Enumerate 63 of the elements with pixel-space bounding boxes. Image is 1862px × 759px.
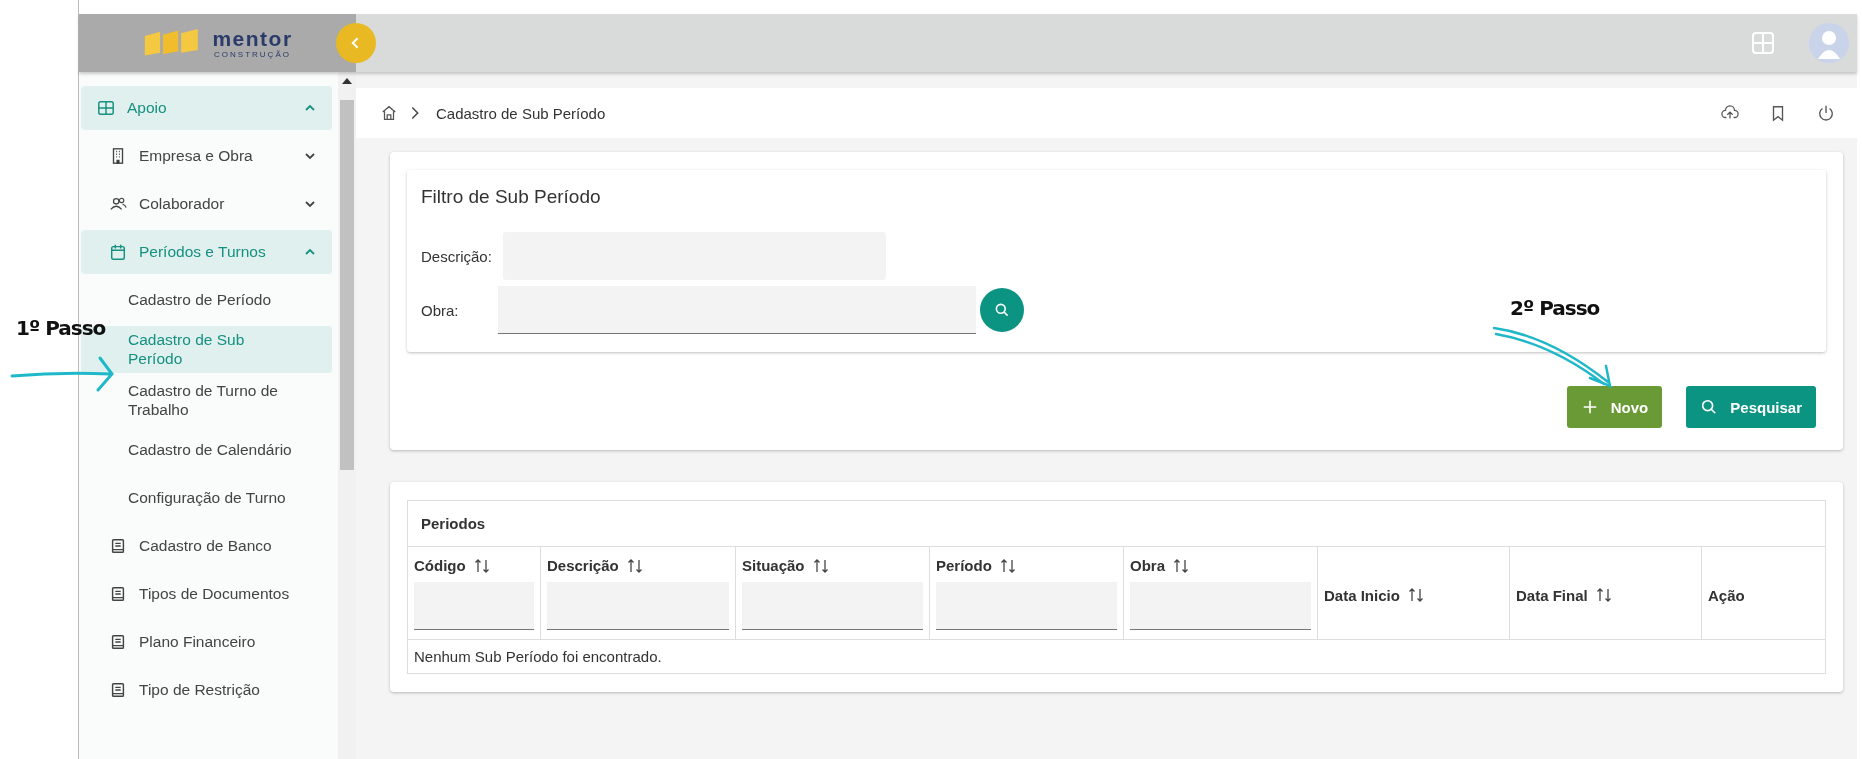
column-header[interactable]: Período	[936, 557, 992, 574]
document-icon	[109, 584, 127, 603]
search-icon	[994, 302, 1010, 318]
sidebar-item[interactable]: Empresa e Obra	[81, 134, 332, 178]
empty-message: Nenhum Sub Período foi encontrado.	[413, 647, 663, 667]
input-field[interactable]	[498, 286, 976, 334]
sidebar-item[interactable]: Cadastro de Calendário	[81, 427, 332, 472]
sidebar-item-label: Cadastro de Banco	[139, 536, 273, 555]
field-label: Descrição:	[421, 247, 493, 265]
document-icon	[109, 632, 127, 651]
sidebar-item[interactable]: Tipo de Restrição	[81, 667, 332, 712]
sidebar-item-label: Colaborador	[139, 195, 226, 213]
column-header[interactable]: Situação	[742, 557, 805, 574]
column-header[interactable]: Data Inicio	[1324, 586, 1400, 604]
sidebar-item[interactable]: Plano Financeiro	[81, 619, 332, 664]
search-button[interactable]: Pesquisar	[1686, 386, 1816, 428]
column-header[interactable]: Obra	[1130, 557, 1165, 574]
sort-icon[interactable]	[1595, 587, 1612, 603]
sort-icon[interactable]	[1173, 557, 1189, 574]
sidebar-item[interactable]: Cadastro de Banco	[81, 523, 332, 568]
column-header[interactable]: Código	[414, 557, 466, 574]
sidebar-item[interactable]: Tipos de Documentos	[81, 571, 332, 616]
filter-title: Filtro de Sub Período	[421, 186, 602, 208]
sidebar-item-label: Tipos de Documentos	[139, 584, 291, 603]
sidebar-item[interactable]: Cadastro de Turno de Trabalho	[81, 376, 332, 424]
document-icon	[109, 680, 127, 699]
sidebar-item[interactable]: Colaborador	[81, 182, 332, 226]
sidebar-item[interactable]: Configuração de Turno	[81, 475, 332, 520]
search-button[interactable]	[980, 288, 1024, 332]
sort-icon[interactable]	[1407, 587, 1424, 603]
calendar-icon	[109, 243, 127, 261]
scroll-up-icon[interactable]	[342, 78, 352, 84]
column-header[interactable]: Ação	[1708, 586, 1745, 604]
sort-icon[interactable]	[626, 557, 643, 574]
sort-icon[interactable]	[999, 557, 1016, 574]
chevron-icon	[304, 198, 316, 210]
sort-icon[interactable]	[473, 557, 490, 574]
chevron-icon	[304, 150, 316, 162]
column-filter-field[interactable]	[1130, 582, 1311, 630]
sidebar-item-label: Períodos e Turnos	[139, 243, 267, 261]
field-label: Obra:	[421, 301, 460, 319]
people-icon	[109, 195, 127, 213]
column-header[interactable]: Data Final	[1516, 586, 1588, 604]
sidebar-item-label: Tipo de Restrição	[139, 680, 261, 699]
sort-icon[interactable]	[812, 557, 829, 574]
annotation-label: 2º Passo	[1510, 296, 1600, 320]
sidebar-item-label: Apoio	[127, 99, 168, 117]
logo-tagline: CONSTRUÇÃO	[214, 50, 291, 59]
document-icon	[109, 536, 127, 555]
column-filter-field[interactable]	[414, 582, 534, 630]
home-icon[interactable]	[380, 104, 398, 122]
column-filter-field[interactable]	[547, 582, 729, 630]
breadcrumb-item[interactable]: Cadastro de Sub Período	[436, 104, 606, 122]
grid-icon	[97, 99, 115, 117]
power-icon[interactable]	[1817, 104, 1835, 122]
sidebar-item-label: Empresa e Obra	[139, 147, 254, 165]
logo-name: mentor	[212, 27, 293, 49]
search-icon	[1700, 398, 1719, 416]
column-filter-field[interactable]	[742, 582, 923, 630]
column-header[interactable]: Descrição	[547, 557, 619, 574]
scrollbar[interactable]	[338, 72, 356, 759]
sidebar-item-label: Plano Financeiro	[139, 632, 257, 651]
column-filter-field[interactable]	[936, 582, 1117, 630]
